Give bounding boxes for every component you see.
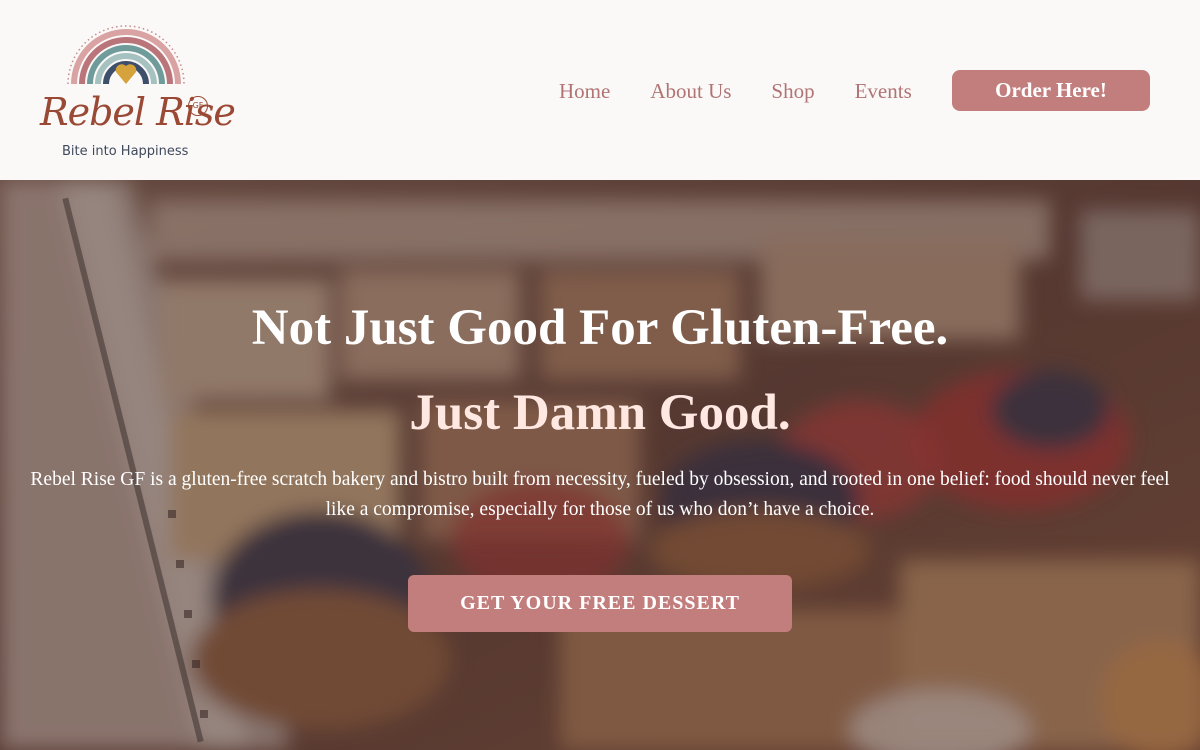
main-nav: Home About Us Shop Events [559, 78, 912, 104]
order-here-button[interactable]: Order Here! [952, 70, 1150, 111]
logo-gf-badge: GF [188, 96, 208, 116]
site-header: Rebel Rise GF Bite into Happiness Home A… [0, 0, 1200, 180]
hero-description: Rebel Rise GF is a gluten-free scratch b… [30, 469, 1170, 520]
rainbow-heart-icon [67, 25, 185, 85]
nav-shop[interactable]: Shop [771, 78, 814, 104]
nav-about-us[interactable]: About Us [650, 78, 731, 104]
hero-section: Not Just Good For Gluten-Free. Just Damn… [0, 180, 1200, 750]
nav-home[interactable]: Home [559, 78, 610, 104]
hero-title: Not Just Good For Gluten-Free. [251, 300, 949, 356]
logo-tagline: Bite into Happiness [62, 144, 189, 159]
free-dessert-button[interactable]: GET YOUR FREE DESSERT [408, 575, 792, 632]
nav-events[interactable]: Events [855, 78, 912, 104]
hero-subtitle: Just Damn Good. [409, 385, 791, 441]
logo[interactable]: Rebel Rise GF Bite into Happiness [38, 14, 236, 164]
